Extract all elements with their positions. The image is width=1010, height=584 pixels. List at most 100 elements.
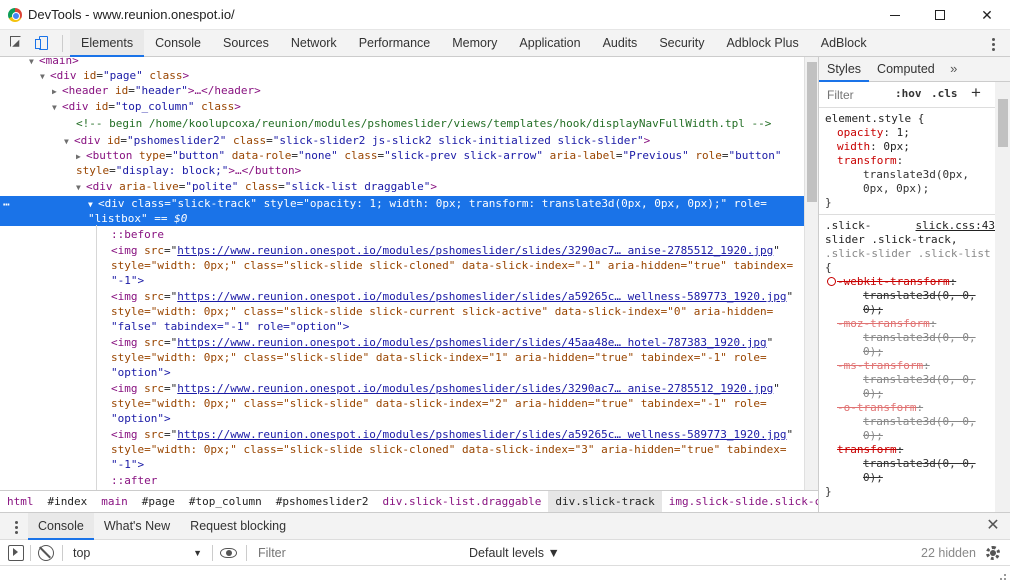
dom-node-img[interactable]: <img src="https://www.reunion.onespot.io… <box>0 335 804 350</box>
crumb-page[interactable]: #page <box>135 491 182 512</box>
dom-node-pshomeslider2[interactable]: ▼ <div id="pshomeslider2" class="slick-sl… <box>0 133 804 148</box>
tab-audits[interactable]: Audits <box>592 30 649 57</box>
resize-grip-icon[interactable] <box>996 570 1008 582</box>
more-actions-icon[interactable]: ⋯ <box>3 198 10 211</box>
dom-node-img[interactable]: <img src="https://www.reunion.onespot.io… <box>0 381 804 396</box>
expand-triangle-icon[interactable]: ▶ <box>52 84 62 99</box>
console-filter-input[interactable] <box>252 543 460 563</box>
more-tabs-icon[interactable]: » <box>943 57 965 81</box>
crumb-pshomeslider2[interactable]: #pshomeslider2 <box>269 491 376 512</box>
drawer-tab-console[interactable]: Console <box>28 513 94 540</box>
inspect-element-icon[interactable] <box>8 34 26 52</box>
drawer-tab-whats-new[interactable]: What's New <box>94 513 180 540</box>
scrollbar-thumb[interactable] <box>998 99 1008 147</box>
gear-icon[interactable] <box>985 545 1001 561</box>
img-src-link[interactable]: https://www.reunion.onespot.io/modules/p… <box>177 336 766 349</box>
crumb-slick-list[interactable]: div.slick-list.draggable <box>375 491 548 512</box>
overridden-property[interactable]: transform: <box>819 443 995 457</box>
dom-node-img-cont[interactable]: style="width: 0px;" class="slick-slide s… <box>0 258 804 273</box>
dom-node-slick-prev[interactable]: ▶ <button type="button" data-role="none" … <box>0 148 804 163</box>
context-selector[interactable]: top ▼ <box>68 543 206 563</box>
dom-node-img-cont[interactable]: "-1"> <box>0 457 804 472</box>
overridden-property[interactable]: -moz-transform: <box>819 317 995 331</box>
dom-node-img-cont[interactable]: "option"> <box>0 411 804 426</box>
tab-application[interactable]: Application <box>508 30 591 57</box>
collapse-triangle-icon[interactable]: ▼ <box>64 134 74 149</box>
tab-console[interactable]: Console <box>144 30 212 57</box>
crumb-html[interactable]: html <box>0 491 41 512</box>
console-output[interactable] <box>0 566 1010 584</box>
tab-network[interactable]: Network <box>280 30 348 57</box>
dom-node-main[interactable]: ▼ <main> <box>0 57 804 68</box>
dom-node-img-cont[interactable]: style="width: 0px;" class="slick-slide s… <box>0 442 804 457</box>
dom-tree-scrollbar[interactable] <box>804 57 818 490</box>
dom-comment[interactable]: <!-- begin /home/koolupcoxa/reunion/modu… <box>0 116 804 131</box>
minimize-button[interactable] <box>872 0 918 30</box>
scrollbar-thumb[interactable] <box>807 62 817 202</box>
img-src-link[interactable]: https://www.reunion.onespot.io/modules/p… <box>177 244 773 257</box>
tab-security[interactable]: Security <box>648 30 715 57</box>
styles-filter-input[interactable] <box>823 86 885 104</box>
img-src-link[interactable]: https://www.reunion.onespot.io/modules/p… <box>177 428 786 441</box>
dom-pseudo-after[interactable]: ::after <box>0 473 804 488</box>
overridden-property[interactable]: -ms-transform: <box>819 359 995 373</box>
dom-node-top-column[interactable]: ▼ <div id="top_column" class> <box>0 99 804 114</box>
style-property[interactable]: width: 0px; <box>819 140 995 154</box>
log-levels-dropdown[interactable]: Default levels ▼ <box>469 543 560 563</box>
dom-node-img-cont[interactable]: style="width: 0px;" class="slick-slide" … <box>0 396 804 411</box>
dom-pseudo-before[interactable]: ::before <box>0 227 804 242</box>
hov-toggle[interactable]: :hov <box>895 87 922 100</box>
window-close-button[interactable]: ✕ <box>964 0 1010 30</box>
collapse-triangle-icon[interactable]: ▼ <box>76 180 86 195</box>
tab-adblock[interactable]: AdBlock <box>810 30 878 57</box>
dom-node-img-cont[interactable]: "-1"> <box>0 273 804 288</box>
dom-node-page[interactable]: ▼ <div id="page" class> <box>0 68 804 83</box>
styles-scrollbar[interactable] <box>995 82 1010 512</box>
crumb-main[interactable]: main <box>94 491 135 512</box>
tab-performance[interactable]: Performance <box>348 30 442 57</box>
drawer-tab-request-blocking[interactable]: Request blocking <box>180 513 296 540</box>
device-toolbar-icon[interactable] <box>34 34 52 52</box>
dom-node-img[interactable]: <img src="https://www.reunion.onespot.io… <box>0 289 804 304</box>
style-property[interactable]: transform: <box>819 154 995 168</box>
console-sidebar-icon[interactable] <box>8 545 24 561</box>
tab-elements[interactable]: Elements <box>70 30 145 57</box>
clear-console-icon[interactable] <box>38 545 54 561</box>
dom-node-img-cont[interactable]: "false" tabindex="-1" role="option"> <box>0 319 804 334</box>
dom-node-slick-track-cont[interactable]: "listbox" == $0 <box>0 211 804 226</box>
tab-adblock-plus[interactable]: Adblock Plus <box>715 30 809 57</box>
crumb-slick-track[interactable]: div.slick-track <box>548 491 662 512</box>
dom-tree[interactable]: ▼ <main> ▼ <div id="page" class> ▶ <header … <box>0 57 804 490</box>
rule-selector[interactable]: element.style { <box>819 112 995 126</box>
cls-toggle[interactable]: .cls <box>931 87 958 100</box>
maximize-button[interactable] <box>917 0 963 30</box>
crumb-top-column[interactable]: #top_column <box>182 491 269 512</box>
collapse-triangle-icon[interactable]: ▼ <box>40 69 50 84</box>
tab-styles[interactable]: Styles <box>819 57 870 82</box>
img-src-link[interactable]: https://www.reunion.onespot.io/modules/p… <box>177 290 786 303</box>
eye-icon[interactable] <box>220 545 238 561</box>
rule-selector[interactable]: .slick-slick.css:43 <box>819 219 995 233</box>
new-rule-button[interactable]: + <box>971 83 981 103</box>
collapse-triangle-icon[interactable]: ▼ <box>52 100 62 115</box>
source-link[interactable]: slick.css:43 <box>916 219 995 233</box>
drawer-menu-icon[interactable] <box>8 519 24 535</box>
overridden-property[interactable]: -o-transform: <box>819 401 995 415</box>
close-icon[interactable]: ✕ <box>985 518 1001 534</box>
dom-node-slick-list[interactable]: ▼ <div aria-live="polite" class="slick-li… <box>0 179 804 194</box>
overridden-property[interactable]: -webkit-transform: <box>819 275 995 289</box>
dom-node-img-cont[interactable]: style="width: 0px;" class="slick-slide s… <box>0 304 804 319</box>
collapse-triangle-icon[interactable]: ▼ <box>88 197 98 212</box>
dom-node-slick-track-selected[interactable]: ▼ <div class="slick-track" style="opacity… <box>0 196 804 211</box>
dom-node-img[interactable]: <img src="https://www.reunion.onespot.io… <box>0 243 804 258</box>
tab-computed[interactable]: Computed <box>869 57 943 82</box>
tab-memory[interactable]: Memory <box>441 30 508 57</box>
expand-triangle-icon[interactable]: ▶ <box>76 149 86 164</box>
kebab-menu-icon[interactable] <box>985 35 1001 53</box>
style-property[interactable]: opacity: 1; <box>819 126 995 140</box>
dom-node-slick-prev-cont[interactable]: style="display: block;">…</button> <box>0 163 804 178</box>
dom-node-img-cont[interactable]: "option"> <box>0 365 804 380</box>
dom-node-header[interactable]: ▶ <header id="header">…</header> <box>0 83 804 98</box>
crumb-index[interactable]: #index <box>41 491 95 512</box>
dom-node-img-cont[interactable]: style="width: 0px;" class="slick-slide" … <box>0 350 804 365</box>
